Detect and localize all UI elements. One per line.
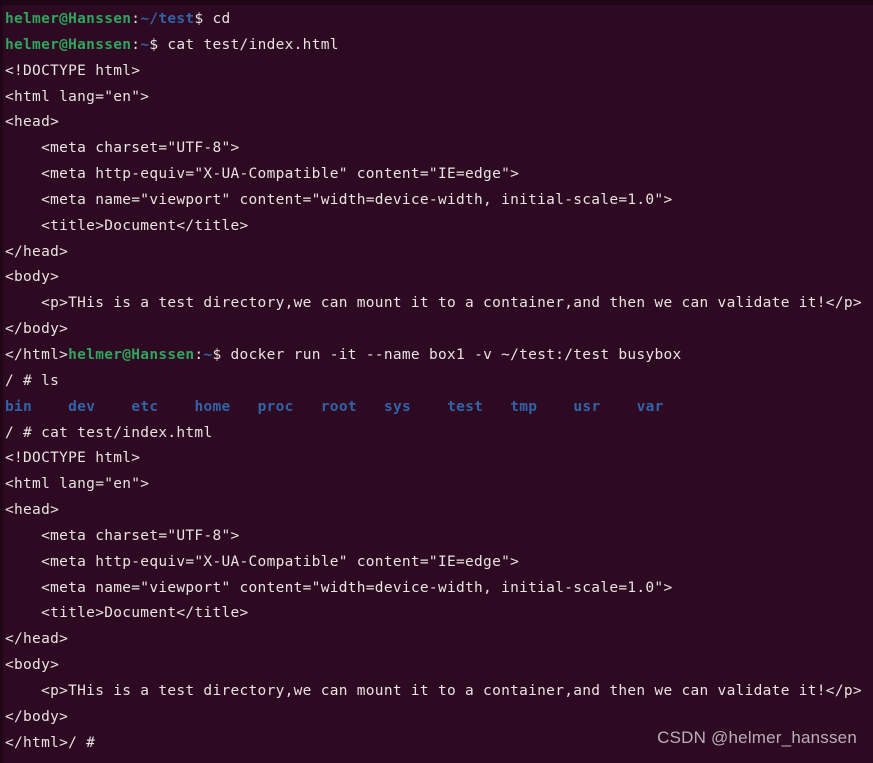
terminal-line: <meta charset="UTF-8"> (5, 136, 873, 162)
directory-entry: usr (573, 398, 601, 415)
terminal-output-text: <body> (5, 657, 60, 674)
directory-entry: proc (257, 398, 294, 415)
terminal-prompt-line: helmer@Hanssen:~$ cat test/index.html (5, 33, 873, 59)
terminal-output-text: <title>Document</title> (5, 605, 249, 622)
directory-gap (600, 395, 636, 421)
terminal-window[interactable]: helmer@Hanssen:~/test$ cd helmer@Hanssen:… (0, 0, 873, 763)
directory-entry: bin (5, 398, 33, 415)
terminal-output-text: <meta name="viewport" content="width=dev… (5, 579, 673, 596)
directory-entry: dev (68, 398, 96, 415)
directory-entry: etc (131, 398, 159, 415)
terminal-output-text: <p>THis is a test directory,we can mount… (5, 682, 862, 699)
terminal-line: </head> (5, 240, 873, 266)
terminal-output-text: </body> (5, 708, 69, 725)
container-prompt-line: / # cat test/index.html (5, 421, 873, 447)
prompt-sigil: $ (194, 11, 213, 27)
directory-entry: var (636, 398, 664, 415)
directory-gap (95, 395, 131, 421)
terminal-line: <meta http-equiv="X-UA-Compatible" conte… (5, 162, 873, 188)
prompt-sigil: $ (149, 36, 168, 53)
terminal-prompt-line: helmer@Hanssen:~/test$ cd (5, 7, 873, 33)
terminal-line: <meta name="viewport" content="width=dev… (5, 188, 873, 214)
prompt-sigil: $ (212, 346, 231, 363)
terminal-output-text: </html> (5, 346, 69, 363)
terminal-output-text: </body> (5, 321, 69, 338)
terminal-output-text: <body> (5, 269, 60, 286)
prompt-user-host: helmer@Hanssen (5, 11, 132, 27)
terminal-output-text: <meta http-equiv="X-UA-Compatible" conte… (5, 553, 520, 570)
container-prompt-line: / # ls (5, 369, 873, 395)
terminal-line: <meta http-equiv="X-UA-Compatible" conte… (5, 550, 873, 576)
terminal-command: docker run -it --name box1 -v ~/test:/te… (230, 346, 682, 363)
terminal-prompt-line: </html>helmer@Hanssen:~$ docker run -it … (5, 343, 873, 369)
terminal-output-text: <html lang="en"> (5, 476, 150, 493)
terminal-output-text: </head> (5, 631, 69, 648)
prompt-user-host: helmer@Hanssen (5, 36, 132, 53)
directory-gap (357, 395, 384, 421)
terminal-output-area[interactable]: helmer@Hanssen:~/test$ cd helmer@Hanssen:… (5, 7, 873, 756)
terminal-output-text: <head> (5, 114, 60, 131)
terminal-output-text: <meta charset="UTF-8"> (5, 140, 240, 157)
terminal-command: ls (41, 372, 60, 389)
prompt-colon: : (131, 11, 141, 27)
terminal-command: cat test/index.html (41, 424, 213, 441)
terminal-output-text: <p>THis is a test directory,we can mount… (5, 295, 862, 312)
terminal-output-text: <html lang="en"> (5, 88, 150, 105)
terminal-line: <title>Document</title> (5, 601, 873, 627)
terminal-line: <p>THis is a test directory,we can mount… (5, 679, 873, 705)
prompt-colon: : (131, 36, 141, 53)
terminal-line: <meta charset="UTF-8"> (5, 524, 873, 550)
directory-gap (537, 395, 573, 421)
terminal-line: <title>Document</title> (5, 214, 873, 240)
directory-gap (483, 395, 510, 421)
container-prompt-sigil: / # (5, 424, 42, 441)
directory-gap (294, 395, 321, 421)
terminal-output-text: <meta charset="UTF-8"> (5, 527, 240, 544)
container-prompt-sigil: / # (5, 372, 42, 389)
directory-entry: tmp (510, 398, 538, 415)
terminal-command: cd (212, 11, 231, 27)
terminal-line: <html lang="en"> (5, 85, 873, 111)
terminal-line: <body> (5, 265, 873, 291)
directory-entry: test (447, 398, 484, 415)
prompt-path: ~ (140, 36, 150, 53)
terminal-line: </head> (5, 627, 873, 653)
terminal-line: <meta name="viewport" content="width=dev… (5, 576, 873, 602)
container-prompt-sigil: / # (68, 734, 105, 751)
terminal-line: <!DOCTYPE html> (5, 59, 873, 85)
terminal-output-text: </html> (5, 734, 69, 751)
directory-gap (231, 395, 258, 421)
directory-entry: home (194, 398, 231, 415)
directory-gap (158, 395, 194, 421)
terminal-line: <p>THis is a test directory,we can mount… (5, 291, 873, 317)
terminal-line: <body> (5, 653, 873, 679)
terminal-line: <!DOCTYPE html> (5, 446, 873, 472)
terminal-output-text: <head> (5, 502, 60, 519)
directory-entry: sys (383, 398, 411, 415)
directory-gap (411, 395, 447, 421)
terminal-line: <head> (5, 110, 873, 136)
terminal-output-text: <!DOCTYPE html> (5, 450, 141, 467)
terminal-output-text: <meta name="viewport" content="width=dev… (5, 191, 673, 208)
terminal-line: </body> (5, 317, 873, 343)
terminal-line: <head> (5, 498, 873, 524)
terminal-output-text: <meta http-equiv="X-UA-Compatible" conte… (5, 166, 520, 183)
directory-gap (32, 395, 68, 421)
prompt-user-host: helmer@Hanssen (68, 346, 195, 363)
prompt-path: ~/test (140, 11, 195, 27)
directory-listing: bin dev etc home proc root sys test tmp … (5, 395, 873, 421)
terminal-command: cat test/index.html (167, 36, 339, 53)
csdn-watermark: CSDN @helmer_hanssen (657, 728, 857, 748)
terminal-output-text: <title>Document</title> (5, 217, 249, 234)
terminal-line: <html lang="en"> (5, 472, 873, 498)
terminal-output-text: <!DOCTYPE html> (5, 62, 141, 79)
terminal-output-text: </head> (5, 243, 69, 260)
directory-entry: root (320, 398, 357, 415)
